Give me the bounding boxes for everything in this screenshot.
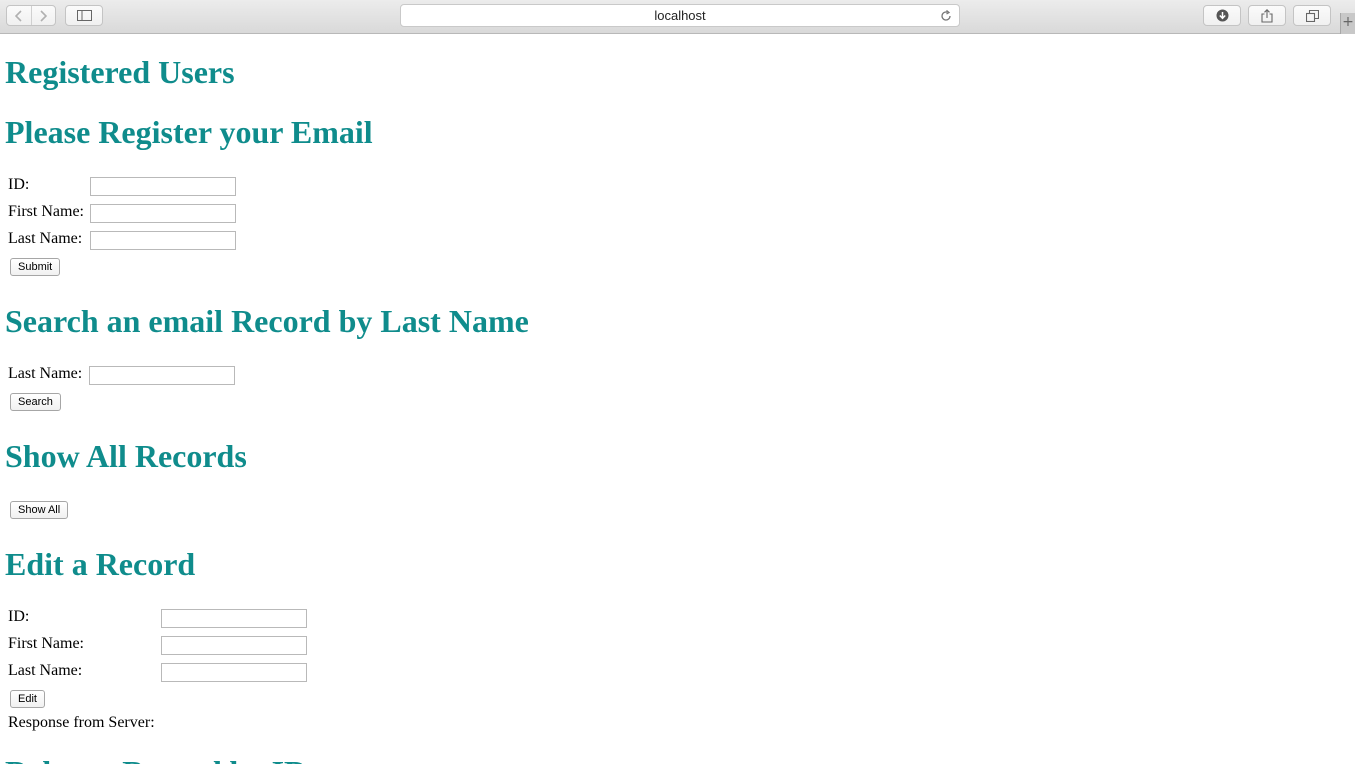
register-last-name-input[interactable] bbox=[90, 231, 236, 250]
address-bar[interactable]: localhost bbox=[400, 4, 960, 27]
edit-heading: Edit a Record bbox=[5, 546, 196, 582]
submit-button[interactable]: Submit bbox=[10, 258, 61, 276]
edit-last-name-input[interactable] bbox=[161, 663, 307, 682]
show-all-button[interactable]: Show All bbox=[10, 501, 69, 519]
reload-icon[interactable] bbox=[940, 10, 952, 22]
download-icon bbox=[1216, 9, 1228, 22]
sidebar-button[interactable] bbox=[65, 5, 103, 26]
new-tab-button[interactable]: + bbox=[1340, 13, 1355, 34]
edit-button[interactable]: Edit bbox=[10, 690, 45, 708]
register-first-name-input[interactable] bbox=[90, 204, 236, 223]
url-text: localhost bbox=[654, 8, 706, 23]
browser-toolbar: localhost + bbox=[0, 0, 1355, 34]
register-first-name-label: First Name: bbox=[8, 203, 84, 220]
share-button[interactable] bbox=[1248, 5, 1286, 26]
edit-id-label: ID: bbox=[8, 608, 30, 625]
back-button[interactable] bbox=[7, 6, 31, 25]
register-heading: Please Register your Email bbox=[5, 114, 373, 150]
forward-button[interactable] bbox=[30, 6, 56, 25]
navigation-buttons bbox=[6, 5, 56, 26]
edit-id-input[interactable] bbox=[161, 609, 307, 628]
edit-first-name-label: First Name: bbox=[8, 635, 84, 652]
show-all-heading: Show All Records bbox=[5, 438, 247, 474]
page-title: Registered Users bbox=[5, 54, 235, 90]
sidebar-icon bbox=[76, 10, 92, 21]
page-content: Registered Users Please Register your Em… bbox=[0, 34, 1355, 764]
tabs-button[interactable] bbox=[1293, 5, 1331, 26]
register-last-name-label: Last Name: bbox=[8, 230, 83, 247]
chevron-left-icon bbox=[14, 9, 22, 22]
delete-heading: Delete a Record by ID bbox=[5, 756, 307, 764]
chevron-right-icon bbox=[40, 9, 48, 22]
share-icon bbox=[1261, 8, 1273, 23]
search-last-name-input[interactable] bbox=[89, 366, 235, 385]
search-button[interactable]: Search bbox=[10, 393, 61, 411]
edit-last-name-label: Last Name: bbox=[8, 662, 83, 679]
edit-first-name-input[interactable] bbox=[161, 636, 307, 655]
download-button[interactable] bbox=[1203, 5, 1241, 26]
search-heading: Search an email Record by Last Name bbox=[5, 303, 529, 339]
register-id-label: ID: bbox=[8, 176, 30, 193]
server-response-label: Response from Server: bbox=[8, 714, 155, 731]
register-id-input[interactable] bbox=[90, 177, 236, 196]
tabs-icon bbox=[1305, 9, 1319, 22]
search-last-name-label: Last Name: bbox=[8, 365, 83, 382]
